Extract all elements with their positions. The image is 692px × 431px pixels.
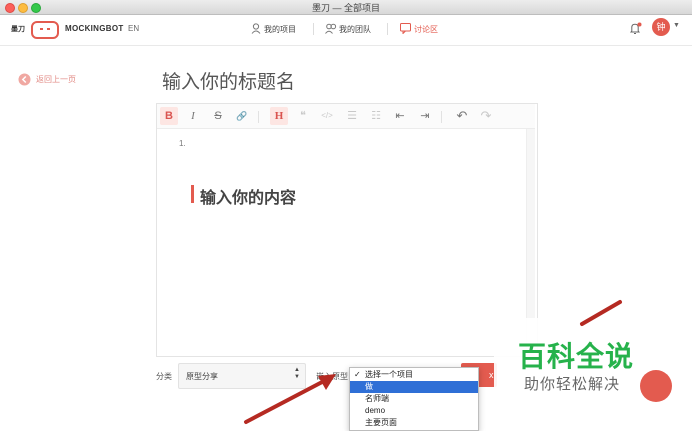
outdent-icon[interactable]: ⇤: [391, 107, 409, 125]
annotation-arrow-left: [244, 374, 336, 424]
dropdown-option[interactable]: demo: [350, 405, 478, 417]
strikethrough-icon[interactable]: S: [209, 107, 227, 125]
mockingbot-logo-icon[interactable]: [31, 20, 59, 40]
user-icon: [251, 23, 261, 34]
dropdown-option-selected[interactable]: 做: [350, 381, 478, 393]
unordered-list-icon[interactable]: ☰: [343, 107, 361, 125]
quote-icon[interactable]: ❝: [294, 107, 312, 125]
nav-divider: [313, 23, 314, 35]
user-avatar[interactable]: 钟: [652, 18, 670, 36]
nav-my-team[interactable]: 我的团队: [339, 24, 371, 35]
redo-icon[interactable]: ↷: [477, 107, 495, 125]
window-title: 墨刀 — 全部项目: [311, 3, 380, 13]
indent-icon[interactable]: ⇥: [416, 107, 434, 125]
italic-icon[interactable]: I: [184, 107, 202, 125]
category-label: 分类: [156, 372, 172, 381]
watermark-subtitle: 助你轻松解决: [524, 376, 621, 393]
text-cursor: [191, 185, 194, 203]
title-input[interactable]: 输入你的标题名: [162, 67, 295, 94]
list-marker: 1.: [179, 139, 186, 148]
toolbar-divider: [258, 111, 259, 123]
publish-button-x-icon: x: [489, 370, 494, 380]
content-placeholder[interactable]: 输入你的内容: [200, 184, 296, 208]
back-link[interactable]: 返回上一页: [36, 74, 76, 85]
ordered-list-icon[interactable]: ☷: [367, 107, 385, 125]
rich-text-editor[interactable]: [156, 103, 538, 357]
window-titlebar: 墨刀 — 全部项目: [0, 0, 692, 15]
team-icon: [325, 23, 337, 34]
brand-name[interactable]: MOCKINGBOT: [65, 24, 124, 33]
nav-my-projects[interactable]: 我的项目: [264, 24, 296, 35]
undo-icon[interactable]: ↶: [453, 107, 471, 125]
top-navigation: 墨刀 MOCKINGBOT EN 我的项目 我的团队 讨论区: [0, 15, 692, 46]
dropdown-option[interactable]: 名师端: [350, 393, 478, 405]
notification-bell-icon[interactable]: [629, 22, 642, 35]
watermark-title: 百科全说: [518, 341, 635, 372]
link-icon[interactable]: 🔗: [233, 107, 251, 125]
dropdown-option[interactable]: 主要页面: [350, 417, 478, 429]
floating-action-button[interactable]: [640, 370, 672, 402]
code-icon[interactable]: </>: [318, 107, 336, 125]
logo-text: 墨刀: [11, 26, 25, 33]
toolbar-divider: [441, 111, 442, 123]
heading-icon[interactable]: H: [270, 107, 288, 125]
nav-discussion[interactable]: 讨论区: [414, 24, 438, 35]
dropdown-option[interactable]: ✓ 选择一个项目: [350, 369, 478, 381]
chat-icon: [400, 23, 411, 34]
checkmark-icon: ✓: [354, 370, 361, 379]
bold-icon[interactable]: B: [160, 107, 178, 125]
nav-divider: [387, 23, 388, 35]
category-select-value: 原型分享: [186, 372, 218, 381]
editor-toolbar: B I S 🔗 H ❝ </> ☰ ☷ ⇤ ⇥ ↶ ↷: [157, 104, 535, 129]
annotation-arrow-right: [580, 300, 622, 326]
embed-prototype-dropdown[interactable]: ✓ 选择一个项目 做 名师端 demo 主要页面: [349, 367, 479, 431]
back-arrow-icon[interactable]: [18, 73, 31, 86]
chevron-down-icon[interactable]: ▼: [673, 22, 680, 29]
language-switch[interactable]: EN: [128, 24, 139, 33]
